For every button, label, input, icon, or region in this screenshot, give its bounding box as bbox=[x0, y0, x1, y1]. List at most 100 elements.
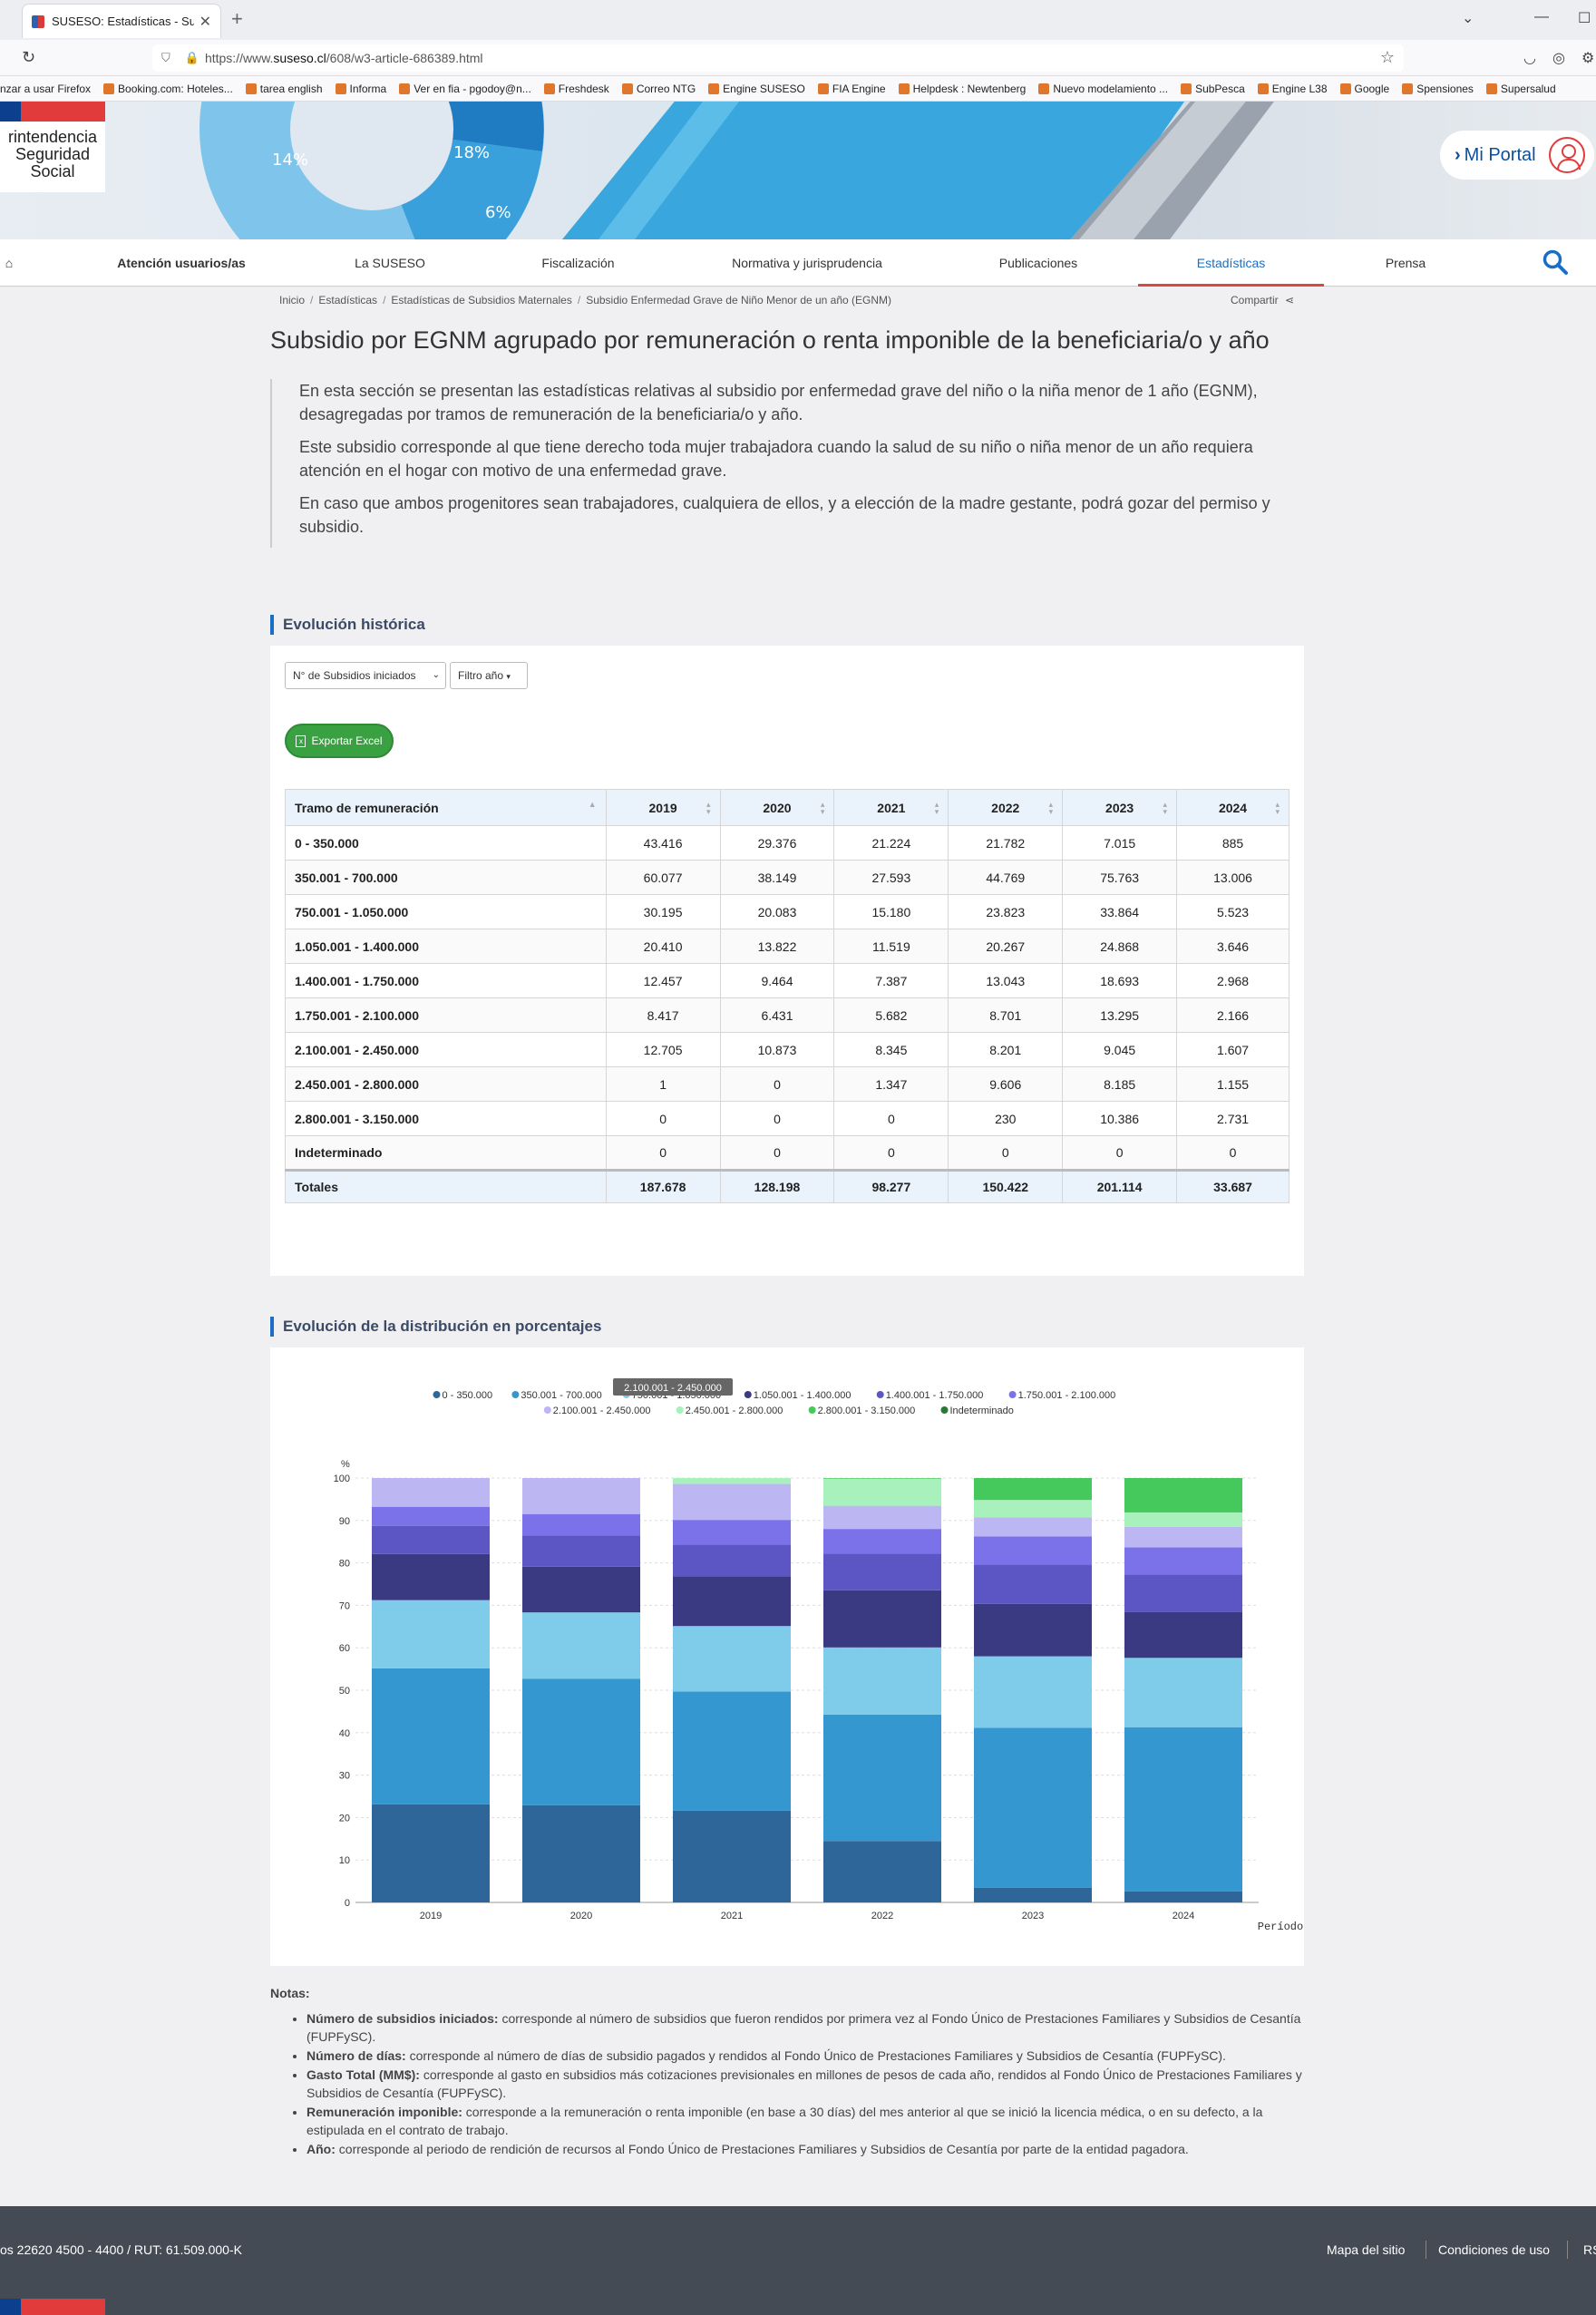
bookmark-item[interactable]: Spensiones bbox=[1402, 83, 1474, 95]
table-cell: 8.417 bbox=[605, 997, 721, 1033]
bookmark-item[interactable]: FIA Engine bbox=[817, 83, 886, 95]
note-item: Número de días: corresponde al número de… bbox=[307, 2047, 1304, 2065]
pocket-icon[interactable]: ◡ bbox=[1523, 49, 1536, 67]
bookmark-item[interactable]: SubPesca bbox=[1181, 83, 1245, 95]
bookmark-item[interactable]: Nuevo modelamiento ... bbox=[1038, 83, 1168, 95]
breadcrumb-item[interactable]: Estadísticas bbox=[318, 294, 377, 306]
column-header-label: 2023 bbox=[1105, 800, 1134, 815]
tab-list-chevron-icon[interactable]: ⌄ bbox=[1462, 9, 1474, 27]
metric-select[interactable]: N° de Subsidios iniciados ⌄ bbox=[285, 662, 446, 689]
column-header[interactable]: 2021 ▴ ▾ bbox=[833, 789, 949, 826]
sort-icon[interactable]: ▴ ▾ bbox=[821, 801, 825, 816]
maximize-icon[interactable]: ☐ bbox=[1578, 9, 1591, 27]
breadcrumb-item[interactable]: Estadísticas de Subsidios Maternales bbox=[391, 294, 571, 306]
export-excel-button[interactable]: x Exportar Excel bbox=[285, 724, 394, 758]
sort-icon[interactable]: ▴ ▾ bbox=[935, 801, 939, 816]
table-cell: 2.166 bbox=[1176, 997, 1289, 1033]
column-header[interactable]: 2022 ▴ ▾ bbox=[948, 789, 1064, 826]
table-cell: 9.045 bbox=[1062, 1032, 1178, 1067]
table-cell: 30.195 bbox=[605, 894, 721, 929]
sort-icon[interactable]: ▴ ▾ bbox=[1049, 801, 1054, 816]
legend-marker bbox=[940, 1406, 949, 1414]
legend-label: 0 - 350.000 bbox=[443, 1390, 493, 1401]
bookmark-item[interactable]: Helpdesk : Newtenberg bbox=[898, 83, 1026, 95]
column-header-label: 2020 bbox=[763, 800, 792, 815]
bookmark-item[interactable]: nzar a usar Firefox bbox=[0, 83, 91, 95]
bar-segment bbox=[372, 1553, 490, 1600]
sort-icon[interactable]: ▴ ▾ bbox=[1275, 801, 1280, 816]
y-tick-label: 10 bbox=[339, 1855, 350, 1866]
note-term: Gasto Total (MM$): bbox=[307, 2067, 420, 2082]
lock-icon: 🔒 bbox=[184, 51, 200, 64]
table-card: N° de Subsidios iniciados ⌄ Filtro año ▾… bbox=[270, 646, 1304, 1276]
browser-tab[interactable]: SUSESO: Estadísticas - Subsidi ✕ bbox=[22, 4, 221, 38]
bookmark-label: Spensiones bbox=[1416, 82, 1474, 95]
bookmark-item[interactable]: Informa bbox=[335, 83, 386, 95]
legend-label: 2.450.001 - 2.800.000 bbox=[686, 1406, 783, 1416]
search-icon[interactable] bbox=[1542, 248, 1569, 276]
note-text: corresponde al número de días de subsidi… bbox=[405, 2048, 1226, 2063]
totals-label-cell: Totales bbox=[285, 1169, 607, 1203]
year-filter-button[interactable]: Filtro año ▾ bbox=[450, 662, 528, 689]
table-cell: 8.345 bbox=[833, 1032, 949, 1067]
new-tab-icon[interactable]: + bbox=[231, 7, 243, 31]
bookmark-item[interactable]: Supersalud bbox=[1485, 83, 1556, 95]
bookmark-icon bbox=[245, 83, 257, 94]
nav-item-publicaciones[interactable]: Publicaciones bbox=[966, 239, 1111, 287]
bookmark-item[interactable]: Engine L38 bbox=[1257, 83, 1328, 95]
bar-segment bbox=[372, 1506, 490, 1526]
nav-item-prensa[interactable]: Prensa bbox=[1351, 239, 1460, 287]
footer-link-mapa[interactable]: Mapa del sitio bbox=[1327, 2242, 1405, 2257]
nav-item-estadisticas[interactable]: Estadísticas bbox=[1138, 239, 1324, 287]
sort-icon[interactable]: ▲ bbox=[589, 801, 597, 809]
home-icon[interactable]: ⌂ bbox=[0, 239, 18, 287]
footer-link-rs[interactable]: RS bbox=[1583, 2242, 1596, 2257]
bookmark-item[interactable]: Freshdesk bbox=[543, 83, 609, 95]
extensions-icon[interactable]: ⚙ bbox=[1581, 49, 1594, 67]
table-cell: 0 bbox=[948, 1135, 1064, 1171]
note-item: Número de subsidios iniciados: correspon… bbox=[307, 2009, 1304, 2046]
bookmark-star-icon[interactable]: ☆ bbox=[1380, 48, 1395, 67]
bookmark-item[interactable]: tarea english bbox=[245, 83, 323, 95]
bookmark-icon bbox=[103, 83, 115, 94]
column-header[interactable]: 2019 ▴ ▾ bbox=[605, 789, 721, 826]
table-cell: 21.782 bbox=[948, 825, 1064, 861]
footer-link-condiciones[interactable]: Condiciones de uso bbox=[1438, 2242, 1550, 2257]
sort-icon[interactable]: ▴ ▾ bbox=[706, 801, 711, 816]
legend-marker bbox=[808, 1406, 816, 1414]
nav-item-fiscalizacion[interactable]: Fiscalización bbox=[508, 239, 648, 287]
bookmark-item[interactable]: Booking.com: Hoteles... bbox=[103, 83, 233, 95]
table-cell: 0 bbox=[719, 1101, 835, 1136]
bar-segment bbox=[823, 1505, 941, 1530]
suseso-logo[interactable]: rintendencia Seguridad Social bbox=[0, 102, 105, 192]
minimize-icon[interactable]: — bbox=[1534, 9, 1549, 25]
bookmark-item[interactable]: Engine SUSESO bbox=[708, 83, 805, 95]
column-header[interactable]: 2023 ▴ ▾ bbox=[1062, 789, 1178, 826]
column-header[interactable]: Tramo de remuneración ▲ bbox=[285, 789, 607, 826]
nav-item-normativa[interactable]: Normativa y jurisprudencia bbox=[698, 239, 916, 287]
nav-item-atencion[interactable]: Atención usuarios/as bbox=[100, 239, 263, 287]
notes-section: Notas: Número de subsidios iniciados: co… bbox=[270, 1984, 1304, 2159]
bookmark-item[interactable]: Ver en fia - pgodoy@n... bbox=[399, 83, 531, 95]
nav-item-la-suseso[interactable]: La SUSESO bbox=[317, 239, 462, 287]
site-footer: os 22620 4500 - 4400 / RUT: 61.509.000-K… bbox=[0, 2206, 1596, 2315]
close-tab-icon[interactable]: ✕ bbox=[200, 13, 211, 31]
mi-portal-button[interactable]: › Mi Portal bbox=[1440, 131, 1594, 180]
table-cell: 8.185 bbox=[1062, 1066, 1178, 1102]
banner-decoration: 14% 18% 6% bbox=[200, 102, 1274, 239]
bar-segment bbox=[522, 1478, 640, 1514]
bookmark-item[interactable]: Google bbox=[1339, 83, 1389, 95]
account-icon[interactable]: ◎ bbox=[1552, 49, 1565, 67]
column-header[interactable]: 2024 ▴ ▾ bbox=[1176, 789, 1289, 826]
reload-icon[interactable]: ↻ bbox=[22, 48, 35, 67]
sort-icon[interactable]: ▴ ▾ bbox=[1163, 801, 1168, 816]
breadcrumb-item[interactable]: Inicio bbox=[279, 294, 305, 306]
share-button[interactable]: Compartir ⋖ bbox=[1231, 294, 1294, 306]
table-row: 1.050.001 - 1.400.000 20.410 13.822 11.519 2… bbox=[285, 929, 1289, 964]
intro-block: En esta sección se presentan las estadís… bbox=[270, 379, 1304, 548]
address-bar[interactable]: ⛉ 🔒 https://www. suseso.cl/608/w3-article… bbox=[152, 44, 1404, 72]
bookmark-item[interactable]: Correo NTG bbox=[621, 83, 696, 95]
bar-segment bbox=[1124, 1574, 1242, 1612]
svg-text:18%: 18% bbox=[453, 143, 490, 162]
column-header[interactable]: 2020 ▴ ▾ bbox=[719, 789, 835, 826]
